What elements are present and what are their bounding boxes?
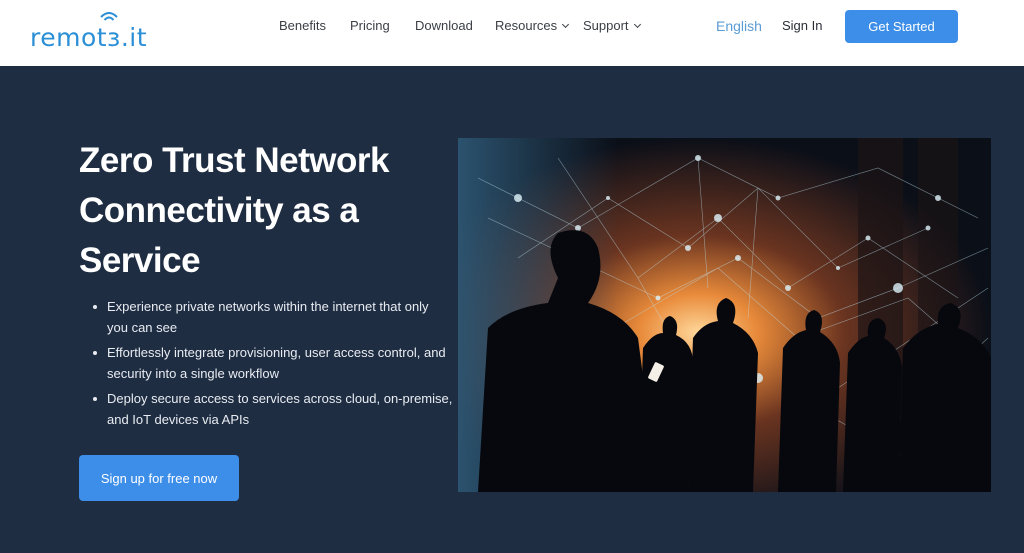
nav-resources[interactable]: Resources xyxy=(495,18,570,33)
feature-item: Effortlessly integrate provisioning, use… xyxy=(93,342,453,384)
nav-support[interactable]: Support xyxy=(583,18,641,33)
nav-benefits[interactable]: Benefits xyxy=(279,18,326,33)
network-people-illustration xyxy=(458,138,991,492)
hero-title-line: Zero Trust Network xyxy=(79,141,389,180)
hero-image xyxy=(458,138,991,492)
logo[interactable]: remotз.it xyxy=(30,10,147,50)
logo-text: remotз.it xyxy=(30,23,148,52)
nav-download-label: Download xyxy=(415,18,473,33)
nav-pricing-label: Pricing xyxy=(350,18,390,33)
nav-resources-label: Resources xyxy=(495,18,558,33)
language-selector[interactable]: English xyxy=(716,18,762,34)
sign-up-button[interactable]: Sign up for free now xyxy=(79,455,239,501)
feature-item: Experience private networks within the i… xyxy=(93,296,453,338)
nav-benefits-label: Benefits xyxy=(279,18,326,33)
sign-in-link[interactable]: Sign In xyxy=(782,18,822,33)
feature-item: Deploy secure access to services across … xyxy=(93,388,453,430)
feature-list: Experience private networks within the i… xyxy=(93,296,453,434)
chevron-down-icon xyxy=(633,20,641,29)
chevron-down-icon xyxy=(562,20,570,29)
site-header: remotз.it Benefits Pricing Download Reso… xyxy=(0,0,1024,66)
hero-title: Zero Trust Network Connectivity as a Ser… xyxy=(79,136,439,286)
nav-support-label: Support xyxy=(583,18,629,33)
get-started-button[interactable]: Get Started xyxy=(845,10,958,43)
hero-title-line: Service xyxy=(79,241,201,280)
wifi-icon xyxy=(100,12,118,21)
hero-title-line: Connectivity as a xyxy=(79,191,359,230)
nav-pricing[interactable]: Pricing xyxy=(350,18,390,33)
nav-download[interactable]: Download xyxy=(415,18,473,33)
